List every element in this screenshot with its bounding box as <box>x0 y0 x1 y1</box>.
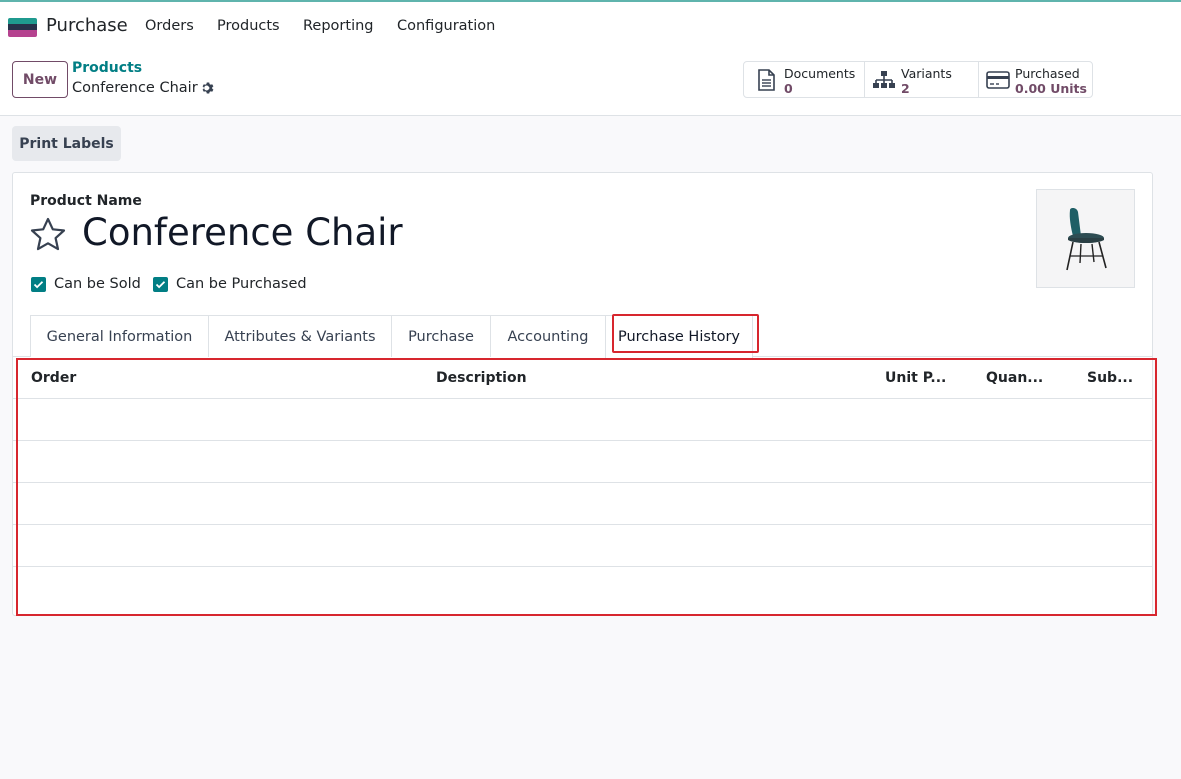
purchase-history-table: Order Description Unit P... Quan... Sub.… <box>13 359 1152 567</box>
documents-count: 0 <box>784 81 793 96</box>
product-image[interactable] <box>1036 189 1135 288</box>
variants-count: 2 <box>901 81 910 96</box>
menu-products[interactable]: Products <box>217 18 280 34</box>
check-icon <box>33 281 44 289</box>
menu-orders[interactable]: Orders <box>145 18 194 34</box>
chair-image <box>1066 207 1107 271</box>
purchased-button[interactable]: Purchased 0.00 Units <box>979 62 1092 97</box>
app-name[interactable]: Purchase <box>46 15 128 36</box>
product-name-label: Product Name <box>30 193 142 209</box>
tab-purchase[interactable]: Purchase <box>391 315 491 357</box>
col-quantity[interactable]: Quan... <box>986 370 1043 386</box>
tab-general-information[interactable]: General Information <box>30 315 209 357</box>
table-row <box>13 483 1152 525</box>
can-be-purchased-checkbox[interactable] <box>153 277 168 292</box>
tab-attributes-variants[interactable]: Attributes & Variants <box>208 315 392 357</box>
col-unit-price[interactable]: Unit P... <box>885 370 946 386</box>
purchased-value: 0.00 Units <box>1015 81 1087 96</box>
star-icon[interactable] <box>29 216 67 254</box>
credit-card-icon <box>986 71 1010 89</box>
breadcrumb-current: Conference Chair <box>72 80 198 96</box>
product-name-field[interactable]: Conference Chair <box>82 211 403 254</box>
col-order[interactable]: Order <box>31 370 76 386</box>
can-be-sold-checkbox[interactable] <box>31 277 46 292</box>
col-subtotal[interactable]: Sub... <box>1087 370 1133 386</box>
tab-accounting[interactable]: Accounting <box>490 315 606 357</box>
table-header: Order Description Unit P... Quan... Sub.… <box>13 359 1152 399</box>
variants-button[interactable]: Variants 2 <box>865 62 979 97</box>
menu-reporting[interactable]: Reporting <box>303 18 374 34</box>
col-description[interactable]: Description <box>436 370 527 386</box>
table-row <box>13 441 1152 483</box>
tab-purchase-history[interactable]: Purchase History <box>605 315 753 358</box>
menu-configuration[interactable]: Configuration <box>397 18 495 34</box>
print-labels-button[interactable]: Print Labels <box>12 126 121 161</box>
documents-button[interactable]: Documents 0 <box>744 62 865 97</box>
new-button[interactable]: New <box>12 61 68 98</box>
can-be-sold-label[interactable]: Can be Sold <box>54 276 141 292</box>
document-icon <box>758 69 775 91</box>
navbar: Purchase Orders Products Reporting Confi… <box>0 2 1181 50</box>
purchase-app-icon[interactable] <box>8 18 37 37</box>
sitemap-icon <box>873 71 895 88</box>
purchased-label: Purchased <box>1015 66 1080 81</box>
breadcrumb-products[interactable]: Products <box>72 60 142 76</box>
documents-label: Documents <box>784 66 856 81</box>
table-row <box>13 525 1152 567</box>
check-icon <box>155 281 166 289</box>
smart-buttons: Documents 0 Variants 2 Purchased 0.00 Un… <box>743 61 1093 98</box>
can-be-purchased-label[interactable]: Can be Purchased <box>176 276 307 292</box>
table-row <box>13 399 1152 441</box>
gear-icon[interactable] <box>201 81 215 95</box>
variants-label: Variants <box>901 66 952 81</box>
